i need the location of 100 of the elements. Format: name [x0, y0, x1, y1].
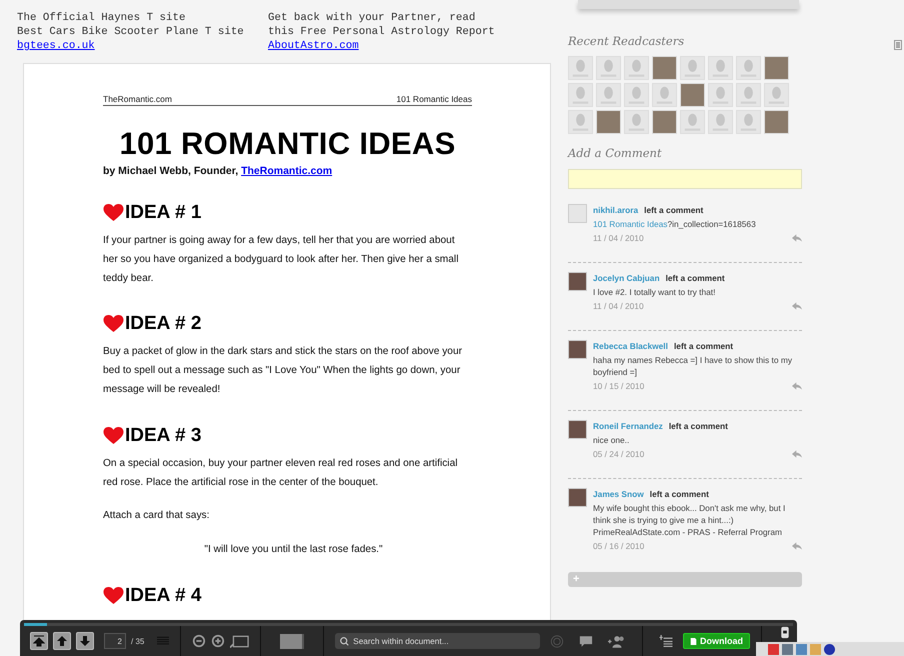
first-page-icon	[33, 635, 45, 647]
reply-icon[interactable]	[792, 450, 802, 458]
paragraph: "I will love you until the last rose fades."	[203, 543, 384, 558]
avatar-placeholder[interactable]	[764, 83, 789, 107]
avatar-placeholder[interactable]	[624, 110, 649, 134]
comment-icon[interactable]	[579, 634, 594, 648]
photo-placeholder[interactable]	[680, 83, 705, 107]
comment-date: 11 / 04 / 2010	[593, 232, 644, 244]
idea-heading: IDEA # 2	[125, 314, 202, 334]
page-thumbnail-icon[interactable]	[280, 634, 304, 648]
menu-icon[interactable]	[894, 40, 902, 50]
page-header-text: TheRomantic.com	[103, 94, 172, 104]
comment-text: 101 Romantic Ideas?in_collection=1618563	[593, 218, 757, 230]
byline: by Michael Webb, Founder, TheRomantic.com	[103, 165, 334, 177]
photo-placeholder[interactable]	[568, 420, 587, 439]
avatar-placeholder[interactable]	[736, 56, 761, 80]
paragraph: On a special occasion, buy your partner eleven real red roses and one artificial red rose. Place the artificial rose in the center of the bouquet.	[103, 456, 458, 490]
comment-date: 05 / 16 / 2010	[593, 540, 644, 552]
avatar-placeholder[interactable]	[680, 56, 705, 80]
search-field[interactable]: Search within document...	[335, 633, 540, 649]
photo-placeholder[interactable]	[764, 56, 789, 80]
author-link[interactable]: Rebecca Blackwell	[593, 341, 668, 351]
reply-icon[interactable]	[792, 382, 802, 390]
comment-text: I love #2. I totally want to try that!	[593, 286, 716, 298]
comment-action: left a comment	[644, 205, 704, 215]
photo-placeholder[interactable]	[568, 488, 587, 507]
paragraph: If your partner is going away for a few days, tell her that you are worried about her so you have organized a bodyguard to look after her. Then give her a small teddy bear.	[103, 234, 460, 286]
author-link[interactable]: Jocelyn Cabjuan	[593, 273, 660, 283]
avatar-placeholder[interactable]	[596, 56, 621, 80]
avatar-placeholder[interactable]	[708, 83, 733, 107]
reply-icon[interactable]	[792, 234, 802, 242]
photo-placeholder[interactable]	[596, 110, 621, 134]
ad-text: Best Cars Bike Scooter Plane T site	[17, 25, 245, 39]
add-to-list-icon[interactable]	[659, 634, 674, 648]
avatar-placeholder[interactable]	[680, 110, 705, 134]
target-icon[interactable]	[550, 634, 564, 648]
tray-icon[interactable]	[768, 644, 779, 654]
comment-date: 10 / 15 / 2010	[593, 380, 644, 392]
byline-link[interactable]: TheRomantic.com	[241, 165, 332, 177]
comment-action: left a comment	[668, 421, 728, 431]
comment-text: nice one..	[593, 434, 630, 446]
author-link[interactable]: Roneil Fernandez	[593, 421, 663, 431]
ad-link[interactable]: bgtees.co.uk	[17, 39, 95, 53]
download-button[interactable]: Download	[683, 633, 750, 649]
next-page-button[interactable]	[76, 632, 94, 650]
list-icon[interactable]	[157, 636, 170, 646]
comment-action: left a comment	[650, 489, 709, 499]
photo-placeholder[interactable]	[652, 56, 677, 80]
comment-text: haha my names Rebecca =] I have to show this to my boyfriend =]	[593, 354, 794, 378]
photo-placeholder[interactable]	[652, 110, 677, 134]
comment-date: 11 / 04 / 2010	[593, 300, 644, 312]
author-link[interactable]: nikhil.arora	[593, 205, 638, 215]
reply-icon[interactable]	[792, 542, 802, 550]
comment-date: 05 / 24 / 2010	[593, 448, 644, 460]
heart-icon	[103, 315, 124, 334]
comment-text: My wife bought this ebook... Don't ask me why, but I think she is trying to give me a hint...:) PrimeRealAdState.com - PRAS - Referral Program	[593, 502, 786, 538]
comment-input[interactable]	[568, 169, 802, 189]
avatar-placeholder[interactable]	[568, 204, 587, 223]
page-count: / 35	[131, 636, 144, 646]
arrow-up-icon	[56, 635, 68, 647]
avatar-placeholder[interactable]	[624, 83, 649, 107]
avatar-placeholder[interactable]	[708, 110, 733, 134]
section-title: Add a Comment	[568, 146, 663, 160]
first-page-button[interactable]	[30, 632, 48, 650]
reply-icon[interactable]	[792, 302, 802, 310]
zoom-out-icon[interactable]	[192, 634, 206, 648]
document-title: 101 ROMANTIC IDEAS	[118, 126, 457, 162]
author-link[interactable]: James Snow	[593, 489, 644, 499]
fullscreen-icon[interactable]	[230, 634, 250, 648]
section-title: Recent Readcasters	[568, 34, 686, 48]
ad-link[interactable]: AboutAstro.com	[268, 39, 359, 53]
more-button[interactable]: +	[568, 572, 802, 587]
previous-page-button[interactable]	[53, 632, 71, 650]
tray-icon[interactable]	[824, 644, 835, 654]
comment-action: left a comment	[674, 341, 734, 351]
avatar-placeholder[interactable]	[624, 56, 649, 80]
arrow-down-icon	[79, 635, 91, 647]
avatar-placeholder[interactable]	[736, 110, 761, 134]
comment-action: left a comment	[666, 273, 725, 283]
avatar-placeholder[interactable]	[708, 56, 733, 80]
avatar-placeholder[interactable]	[568, 110, 593, 134]
tray-icon[interactable]	[782, 644, 793, 654]
avatar-placeholder[interactable]	[652, 83, 677, 107]
idea-heading: IDEA # 4	[125, 586, 202, 605]
photo-placeholder[interactable]	[568, 272, 587, 291]
zoom-in-icon[interactable]	[211, 634, 226, 648]
ad-text: this Free Personal Astrology Report	[268, 25, 496, 39]
document-icon	[690, 636, 698, 646]
search-icon	[340, 637, 350, 646]
comment-link[interactable]: 101 Romantic Ideas	[593, 219, 668, 229]
avatar-placeholder[interactable]	[568, 83, 593, 107]
avatar-placeholder[interactable]	[596, 83, 621, 107]
photo-placeholder[interactable]	[764, 110, 789, 134]
photo-placeholder[interactable]	[568, 340, 587, 359]
idea-heading: IDEA # 3	[125, 426, 202, 445]
people-icon[interactable]	[608, 634, 626, 648]
avatar-placeholder[interactable]	[736, 83, 761, 107]
ad-text: Get back with your Partner, read	[268, 11, 476, 25]
page-number-field[interactable]: 2	[104, 633, 126, 649]
avatar-placeholder[interactable]	[568, 56, 593, 80]
